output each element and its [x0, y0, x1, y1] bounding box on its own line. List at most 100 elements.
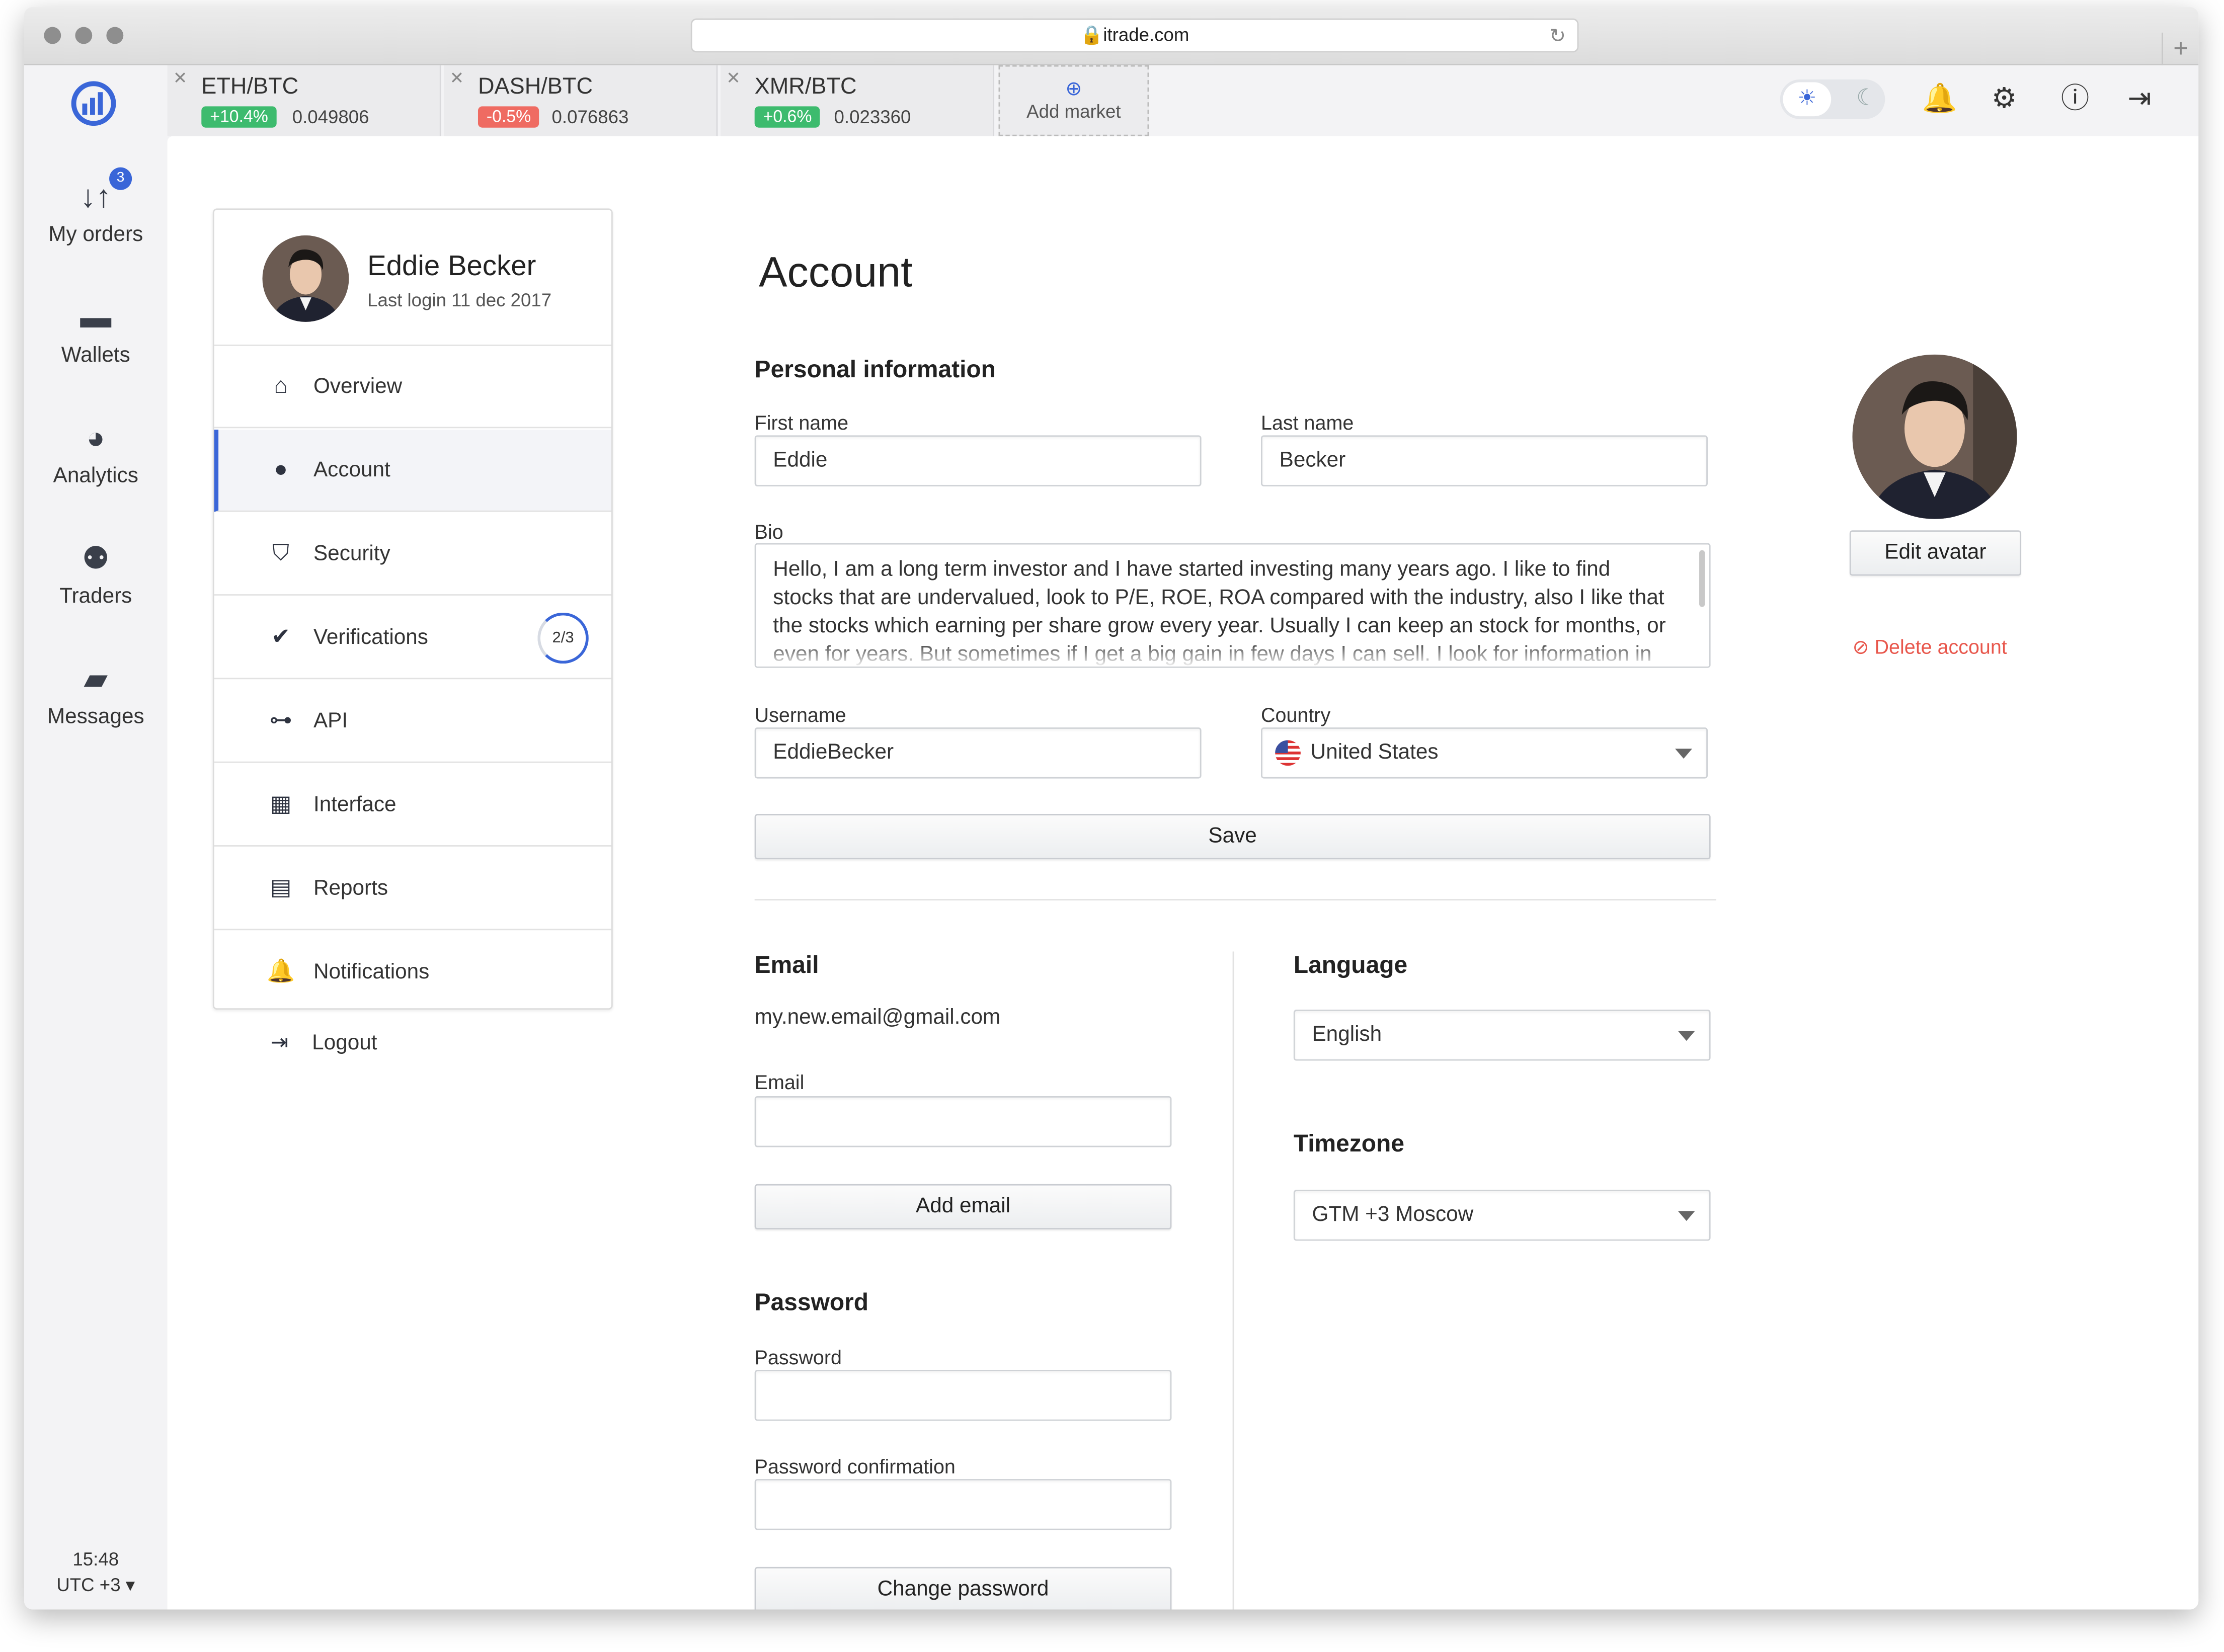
add-email-button[interactable]: Add email [754, 1184, 1172, 1229]
home-icon: ⌂ [274, 374, 288, 399]
market-tab-eth-btc[interactable]: ✕ ETH/BTC +10.4% 0.049806 [167, 65, 441, 136]
country-select[interactable]: United States [1261, 727, 1708, 779]
add-market-button[interactable]: ⊕ Add market [998, 65, 1149, 136]
language-value: English [1312, 1022, 1382, 1047]
column-divider [1232, 951, 1234, 1610]
market-price: 0.076863 [551, 106, 629, 128]
nav-traders[interactable]: ⚉ Traders [24, 540, 168, 608]
market-change-badge: +0.6% [754, 106, 821, 128]
signout-icon[interactable]: ⇥ [2127, 84, 2151, 115]
market-change-badge: -0.5% [478, 106, 540, 128]
url-text: itrade.com [1103, 24, 1189, 46]
bio-textarea[interactable]: Hello, I am a long term investor and I h… [754, 543, 1711, 668]
menu-item-reports[interactable]: ▤ Reports [214, 848, 611, 931]
nav-wallets[interactable]: ▬ Wallets [24, 299, 168, 367]
timezone-select[interactable]: GTM +3 Moscow [1293, 1190, 1711, 1241]
password-confirmation-field[interactable] [754, 1479, 1172, 1530]
email-heading: Email [754, 951, 819, 979]
close-tab-icon[interactable]: ✕ [726, 68, 740, 88]
personal-info-heading: Personal information [754, 356, 996, 383]
clock-timezone[interactable]: UTC +3 ▾ [24, 1573, 168, 1598]
profile-name: Eddie Becker [367, 251, 536, 282]
market-tab-dash-btc[interactable]: ✕ DASH/BTC -0.5% 0.076863 [444, 65, 718, 136]
help-icon[interactable]: ⓘ [2061, 84, 2089, 115]
logout-link[interactable]: ⇥ Logout [213, 1015, 613, 1072]
menu-item-interface[interactable]: ▦ Interface [214, 764, 611, 847]
itrade-logo-icon[interactable] [69, 79, 118, 128]
shield-icon: ⛉ [272, 541, 290, 566]
reload-icon[interactable]: ↻ [1549, 20, 1566, 51]
gear-icon[interactable]: ⚙ [1992, 84, 2017, 115]
main-content: Eddie Becker Last login 11 dec 2017 ⌂ Ove… [167, 136, 2199, 1610]
lock-icon: 🔒 [1080, 24, 1103, 46]
last-name-field[interactable]: Becker [1261, 435, 1708, 486]
avatar[interactable] [262, 235, 349, 322]
nav-label: Traders [59, 584, 132, 609]
close-tab-icon[interactable]: ✕ [173, 68, 187, 88]
menu-item-security[interactable]: ⛉ Security [214, 513, 611, 596]
us-flag-icon [1275, 740, 1301, 766]
edit-avatar-button[interactable]: Edit avatar [1849, 530, 2021, 576]
menu-label: Notifications [313, 960, 430, 984]
ban-icon: ⊘ [1852, 635, 1869, 658]
nav-label: Messages [47, 704, 144, 729]
add-circle-icon: ⊕ [1065, 76, 1082, 100]
username-field[interactable]: EddieBecker [754, 727, 1202, 779]
clock-time: 15:48 [72, 1548, 119, 1570]
first-name-field[interactable]: Eddie [754, 435, 1202, 486]
country-value: United States [1310, 740, 1439, 765]
market-price: 0.049806 [292, 106, 369, 128]
nav-analytics[interactable]: ◕ Analytics [24, 420, 168, 487]
table-icon: ▦ [270, 792, 292, 817]
last-login-text: Last login 11 dec 2017 [367, 289, 552, 311]
section-divider [754, 899, 1716, 901]
save-button[interactable]: Save [754, 814, 1711, 860]
bio-label: Bio [754, 520, 783, 543]
browser-window: 🔒itrade.com ↻ + ↓↑ 3 My orders ▬ Wallets [24, 7, 2199, 1610]
menu-item-overview[interactable]: ⌂ Overview [214, 346, 611, 429]
minimize-window-dot[interactable] [75, 27, 93, 44]
bio-scrollbar[interactable] [1699, 550, 1705, 607]
timezone-value: GTM +3 Moscow [1312, 1202, 1474, 1227]
nav-my-orders[interactable]: ↓↑ 3 My orders [24, 167, 168, 246]
menu-item-notifications[interactable]: 🔔 Notifications [214, 932, 611, 1014]
new-tab-plus-icon[interactable]: + [2162, 32, 2198, 65]
current-email-text: my.new.email@gmail.com [754, 1005, 1001, 1030]
timezone-heading: Timezone [1293, 1130, 1404, 1158]
theme-toggle[interactable]: ☀ ☾ [1780, 79, 1885, 119]
menu-item-verifications[interactable]: ✔ Verifications 2/3 [214, 597, 611, 680]
market-price: 0.023360 [834, 106, 911, 128]
language-select[interactable]: English [1293, 1010, 1711, 1061]
bell-icon: 🔔 [267, 960, 295, 984]
menu-label: Overview [313, 374, 403, 399]
password-heading: Password [754, 1289, 869, 1316]
market-tabs: ✕ ETH/BTC +10.4% 0.049806 ✕ DASH/BTC -0.… [167, 65, 2199, 136]
menu-item-api[interactable]: ⊶ API [214, 681, 611, 763]
menu-label: API [313, 709, 348, 733]
password-field[interactable] [754, 1370, 1172, 1421]
nav-messages[interactable]: ▰ Messages [24, 661, 168, 729]
delete-account-link[interactable]: ⊘ Delete account [1852, 635, 2007, 659]
zoom-window-dot[interactable] [106, 27, 124, 44]
browser-titlebar: 🔒itrade.com ↻ + [24, 7, 2199, 65]
large-avatar [1852, 354, 2017, 519]
add-market-label: Add market [1026, 101, 1121, 122]
address-bar[interactable]: 🔒itrade.com ↻ [690, 18, 1579, 53]
chevron-down-icon [1678, 1211, 1695, 1221]
profile-header: Eddie Becker Last login 11 dec 2017 [214, 210, 611, 346]
clock-widget[interactable]: 15:48 UTC +3 ▾ [24, 1547, 168, 1598]
market-tab-xmr-btc[interactable]: ✕ XMR/BTC +0.6% 0.023360 [721, 65, 995, 136]
sun-icon: ☀ [1783, 82, 1832, 117]
close-tab-icon[interactable]: ✕ [450, 68, 464, 88]
logout-label: Logout [312, 1031, 377, 1055]
change-password-button[interactable]: Change password [754, 1566, 1172, 1610]
settings-menu-card: Eddie Becker Last login 11 dec 2017 ⌂ Ove… [212, 208, 613, 1010]
market-pair: DASH/BTC [478, 75, 593, 100]
menu-item-account[interactable]: ● Account [214, 430, 611, 512]
nav-label: Analytics [53, 463, 138, 488]
close-window-dot[interactable] [44, 27, 61, 44]
logout-icon: ⇥ [270, 1031, 289, 1055]
bell-icon[interactable]: 🔔 [1922, 84, 1957, 115]
menu-label: Reports [313, 876, 388, 901]
email-field[interactable] [754, 1096, 1172, 1147]
